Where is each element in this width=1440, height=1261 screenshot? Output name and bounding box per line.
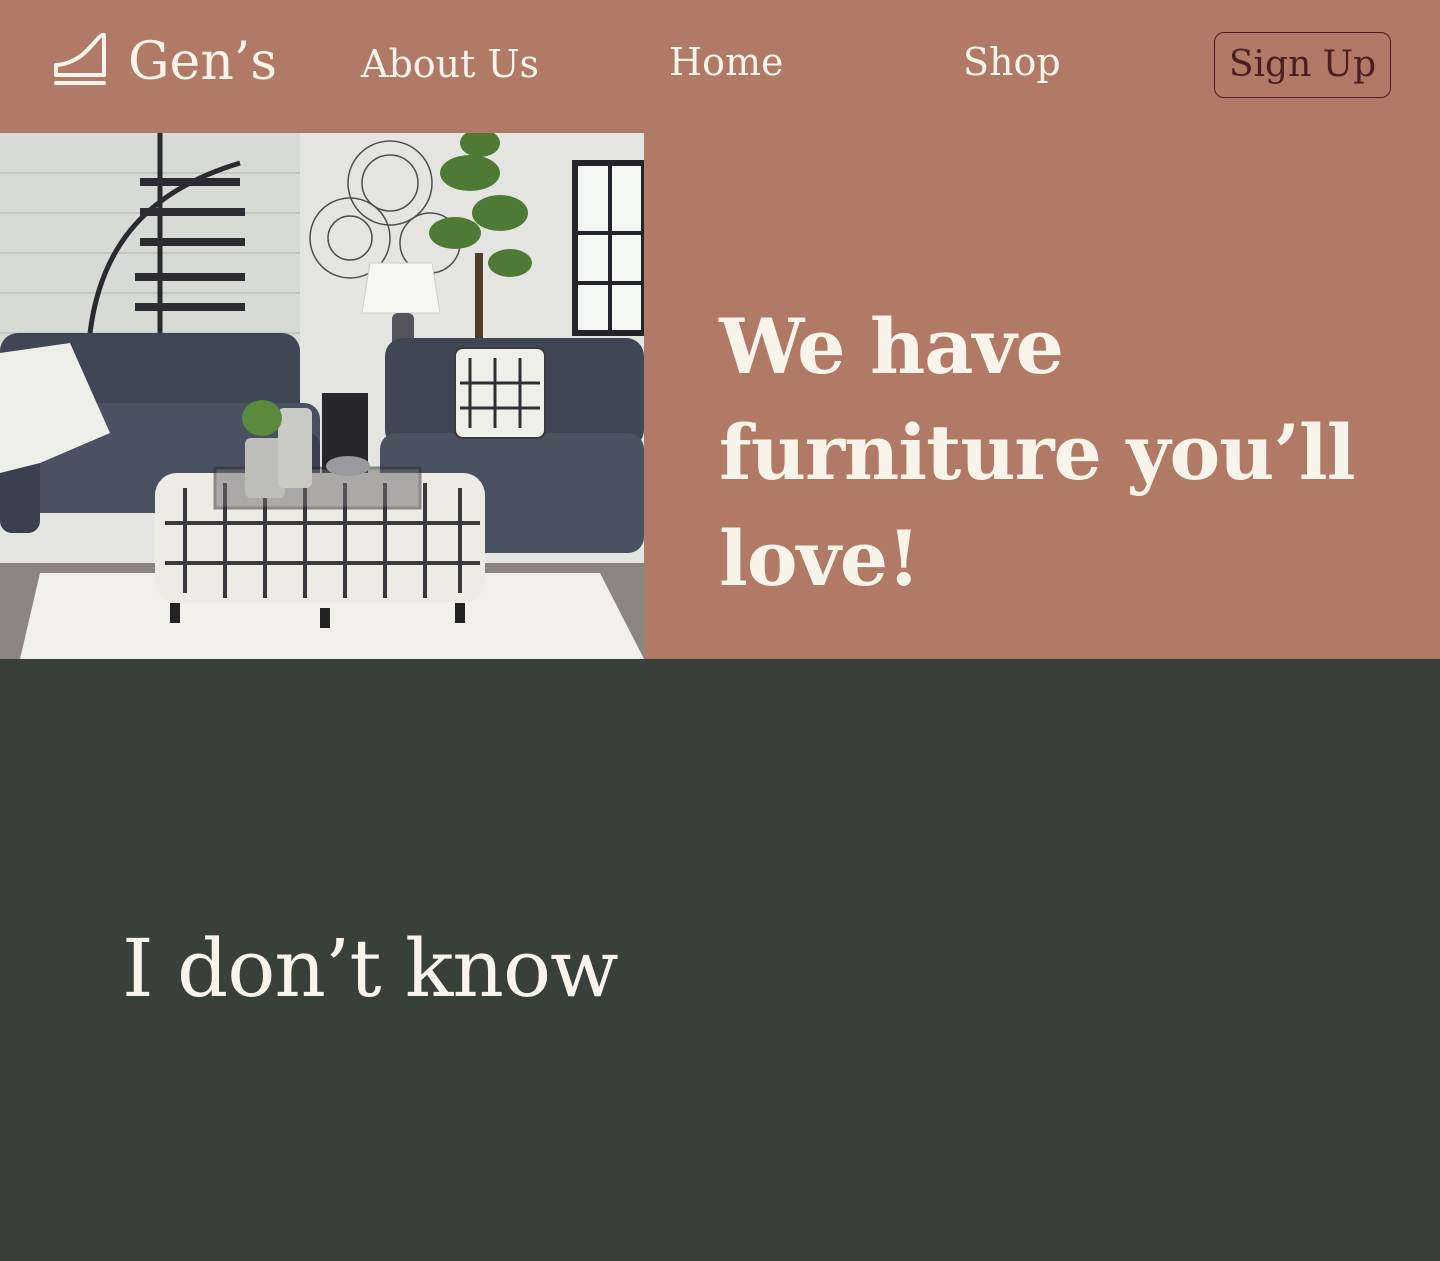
living-room-photo xyxy=(0,133,644,659)
top-navigation: Gen’s About Us Home Shop Sign Up xyxy=(0,0,1440,133)
nav-home[interactable]: Home xyxy=(669,38,784,86)
hero-section: Gen’s About Us Home Shop Sign Up We have… xyxy=(0,0,1440,659)
chair-icon[interactable] xyxy=(52,31,108,87)
content-section: I don’t know xyxy=(0,659,1440,1261)
section-heading: I don’t know xyxy=(122,922,619,1015)
nav-shop[interactable]: Shop xyxy=(963,38,1061,86)
living-room-illustration xyxy=(0,133,644,659)
sign-up-button[interactable]: Sign Up xyxy=(1214,32,1391,98)
brand-name[interactable]: Gen’s xyxy=(128,30,277,94)
nav-about-us[interactable]: About Us xyxy=(361,40,539,88)
hero-title: We have furniture you’ll love! xyxy=(719,302,1356,603)
